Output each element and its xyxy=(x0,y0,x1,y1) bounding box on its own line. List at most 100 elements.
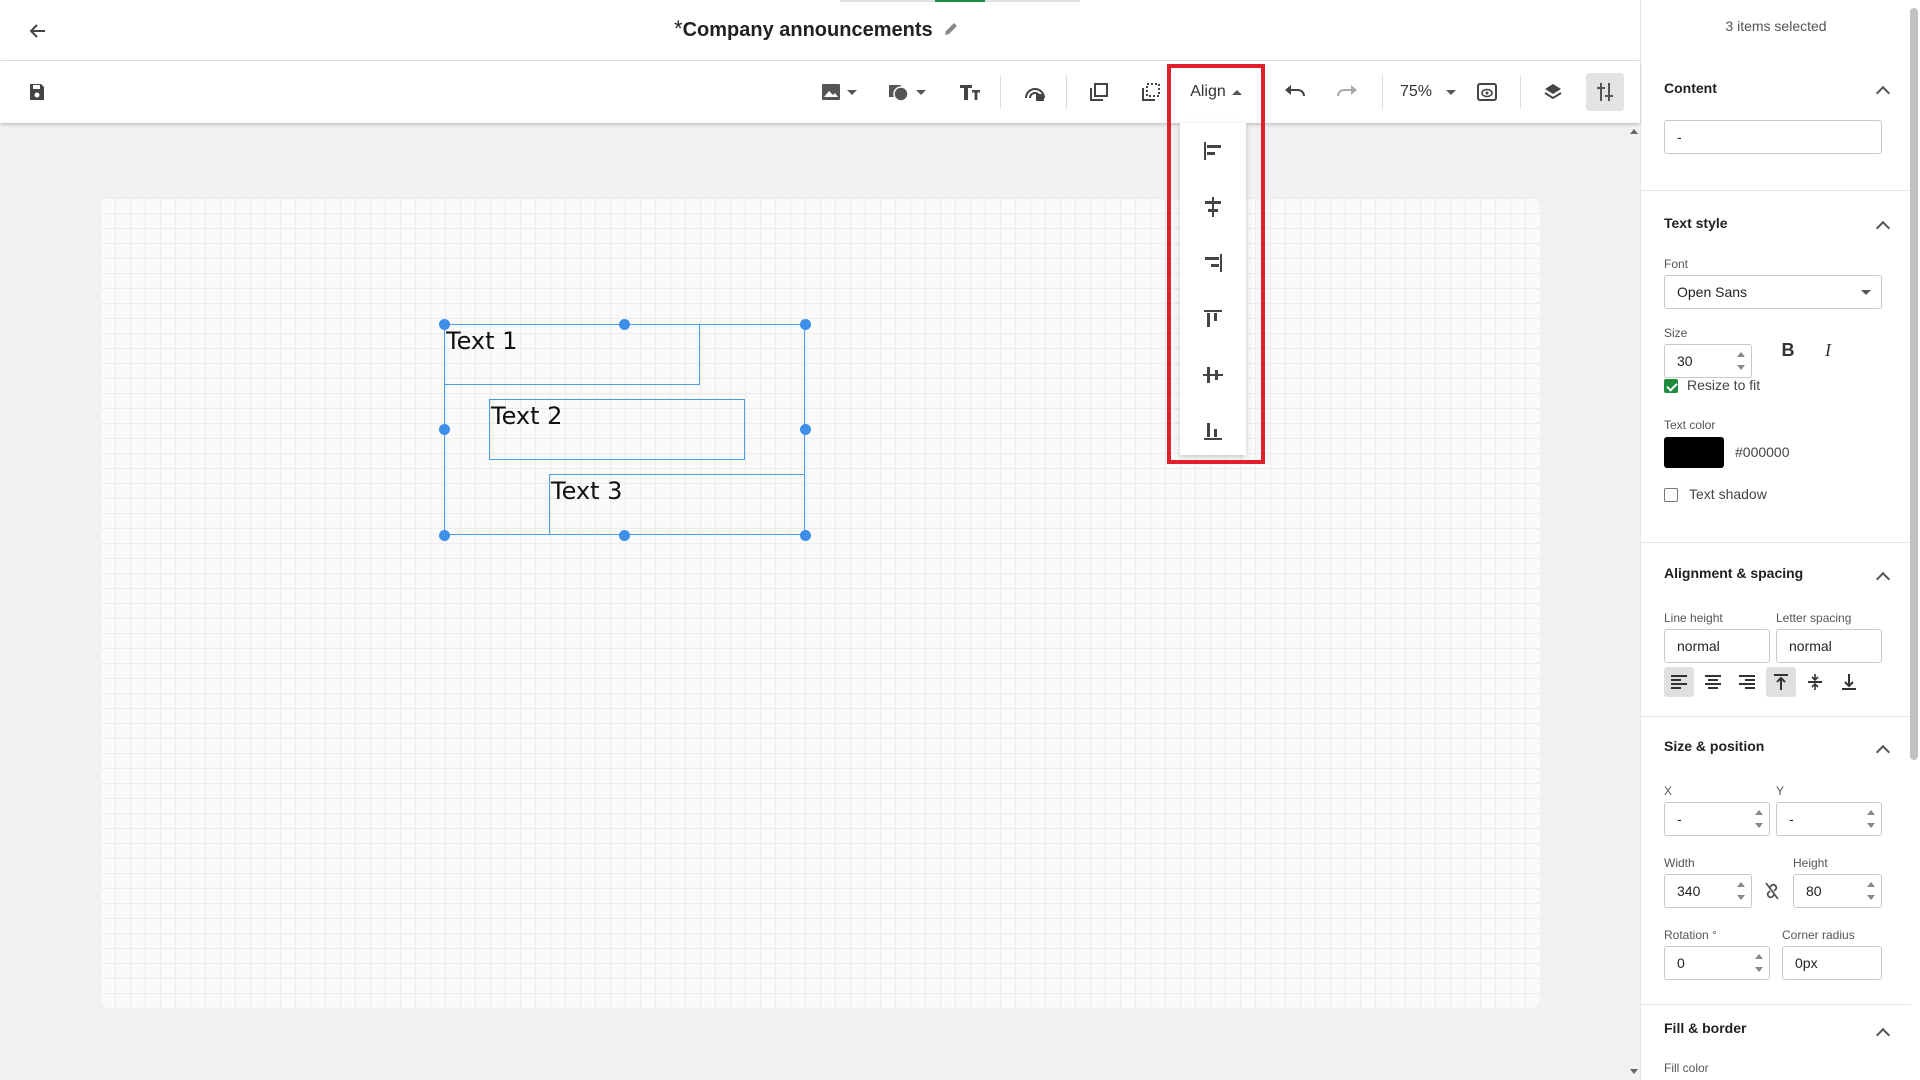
layers-button[interactable] xyxy=(1536,73,1570,111)
align-right-option[interactable] xyxy=(1180,239,1246,287)
align-menu xyxy=(1180,123,1246,455)
align-right-icon xyxy=(1205,254,1222,272)
zoom-value: 75% xyxy=(1399,83,1433,100)
preview-icon xyxy=(1477,83,1497,101)
spinner-icon[interactable] xyxy=(1755,810,1763,828)
chevron-up-icon[interactable] xyxy=(1875,744,1891,760)
line-height-value: normal xyxy=(1677,638,1720,654)
spinner-icon[interactable] xyxy=(1867,882,1875,900)
resize-handle-bottom-left[interactable] xyxy=(439,530,450,541)
insert-image-button[interactable] xyxy=(816,73,862,111)
text-align-center-button[interactable] xyxy=(1698,667,1728,697)
back-button[interactable] xyxy=(24,17,52,45)
lock-aspect-ratio-button[interactable] xyxy=(1757,876,1787,906)
letter-spacing-value: normal xyxy=(1789,638,1832,654)
chevron-up-icon[interactable] xyxy=(1875,571,1891,587)
height-stepper[interactable]: 80 xyxy=(1793,874,1882,908)
x-position-stepper[interactable]: - xyxy=(1664,802,1770,836)
document-title-text: Company announcements xyxy=(682,19,933,41)
chevron-up-icon[interactable] xyxy=(1875,220,1891,236)
chevron-up-icon[interactable] xyxy=(1875,85,1891,101)
chevron-down-icon xyxy=(847,89,857,95)
resize-handle-bottom[interactable] xyxy=(619,530,630,541)
pencil-icon[interactable] xyxy=(943,21,959,37)
link-off-icon xyxy=(1765,882,1779,900)
canvas[interactable]: Text 1 Text 2 Text 3 xyxy=(100,198,1540,1008)
spinner-icon[interactable] xyxy=(1737,882,1745,900)
format-align-left-icon xyxy=(1671,675,1687,689)
content-input[interactable]: - xyxy=(1664,120,1882,154)
undo-button[interactable] xyxy=(1280,73,1310,111)
insert-shape-button[interactable] xyxy=(884,73,930,111)
resize-handle-left[interactable] xyxy=(439,424,450,435)
y-label: Y xyxy=(1776,784,1785,798)
properties-panel-toggle[interactable] xyxy=(1586,73,1624,111)
spinner-icon[interactable] xyxy=(1867,810,1875,828)
align-button-label: Align xyxy=(1190,83,1226,100)
alignment-section-title: Alignment & spacing xyxy=(1664,565,1804,581)
align-vertical-center-option[interactable] xyxy=(1180,351,1246,399)
preview-button[interactable] xyxy=(1472,73,1502,111)
text-align-left-button[interactable] xyxy=(1664,667,1694,697)
save-button[interactable] xyxy=(22,73,52,111)
insert-widget-button[interactable] xyxy=(1020,73,1050,111)
chevron-up-icon[interactable] xyxy=(1875,1027,1891,1043)
text-align-right-button[interactable] xyxy=(1732,667,1762,697)
title-bar: *Company announcements xyxy=(0,0,1640,61)
text-color-value: #000000 xyxy=(1735,444,1790,460)
text-color-label: Text color xyxy=(1664,418,1716,432)
spinner-icon[interactable] xyxy=(1755,954,1763,972)
x-label: X xyxy=(1664,784,1673,798)
widget-icon xyxy=(1025,88,1045,101)
corner-radius-input[interactable]: 0px xyxy=(1782,946,1882,980)
bold-button[interactable]: B xyxy=(1773,335,1803,365)
height-label: Height xyxy=(1793,856,1828,870)
progress-strip xyxy=(840,0,1080,2)
x-position-value: - xyxy=(1677,811,1682,827)
resize-handle-top[interactable] xyxy=(619,319,630,330)
align-top-option[interactable] xyxy=(1180,295,1246,343)
align-left-option[interactable] xyxy=(1180,127,1246,175)
letter-spacing-input[interactable]: normal xyxy=(1776,629,1882,663)
insert-text-button[interactable] xyxy=(954,73,986,111)
canvas-scrollbar[interactable] xyxy=(1628,123,1640,1080)
align-top-icon xyxy=(1204,310,1222,327)
y-position-stepper[interactable]: - xyxy=(1776,802,1882,836)
redo-button[interactable] xyxy=(1332,73,1362,111)
text-shadow-checkbox[interactable] xyxy=(1664,488,1678,502)
send-backward-button[interactable] xyxy=(1136,73,1166,111)
scroll-up-arrow[interactable] xyxy=(1630,129,1638,134)
align-bottom-option[interactable] xyxy=(1180,407,1246,455)
rotation-value: 0 xyxy=(1677,955,1685,971)
resize-handle-bottom-right[interactable] xyxy=(800,530,811,541)
vertical-align-bottom-button[interactable] xyxy=(1834,667,1864,697)
zoom-select[interactable]: 75% xyxy=(1396,73,1460,111)
font-size-stepper[interactable]: 30 xyxy=(1664,344,1752,378)
text-icon xyxy=(960,85,980,100)
align-vertical-center-icon xyxy=(1203,367,1223,383)
width-stepper[interactable]: 340 xyxy=(1664,874,1752,908)
bring-forward-button[interactable] xyxy=(1084,73,1114,111)
arrow-left-icon xyxy=(29,24,45,38)
document-title[interactable]: *Company announcements xyxy=(674,14,959,44)
resize-to-fit-checkbox[interactable] xyxy=(1664,379,1678,393)
line-height-input[interactable]: normal xyxy=(1664,629,1770,663)
font-select[interactable]: Open Sans xyxy=(1664,275,1882,309)
text-color-swatch[interactable] xyxy=(1664,437,1724,468)
font-size-value: 30 xyxy=(1677,353,1693,369)
italic-button[interactable]: I xyxy=(1813,335,1843,365)
spinner-icon[interactable] xyxy=(1737,352,1745,370)
vertical-align-middle-button[interactable] xyxy=(1800,667,1830,697)
scroll-down-arrow[interactable] xyxy=(1630,1069,1638,1074)
save-icon xyxy=(30,84,44,100)
resize-handle-right[interactable] xyxy=(800,424,811,435)
panel-scrollbar[interactable] xyxy=(1910,8,1918,760)
vertical-align-top-button[interactable] xyxy=(1766,667,1796,697)
align-button[interactable]: Align xyxy=(1184,73,1248,111)
image-icon xyxy=(822,84,840,100)
align-horizontal-center-option[interactable] xyxy=(1180,183,1246,231)
rotation-stepper[interactable]: 0 xyxy=(1664,946,1770,980)
resize-handle-top-left[interactable] xyxy=(439,319,450,330)
app-window: *Company announcements Align 75% Text 1 … xyxy=(0,0,1920,1080)
resize-handle-top-right[interactable] xyxy=(800,319,811,330)
